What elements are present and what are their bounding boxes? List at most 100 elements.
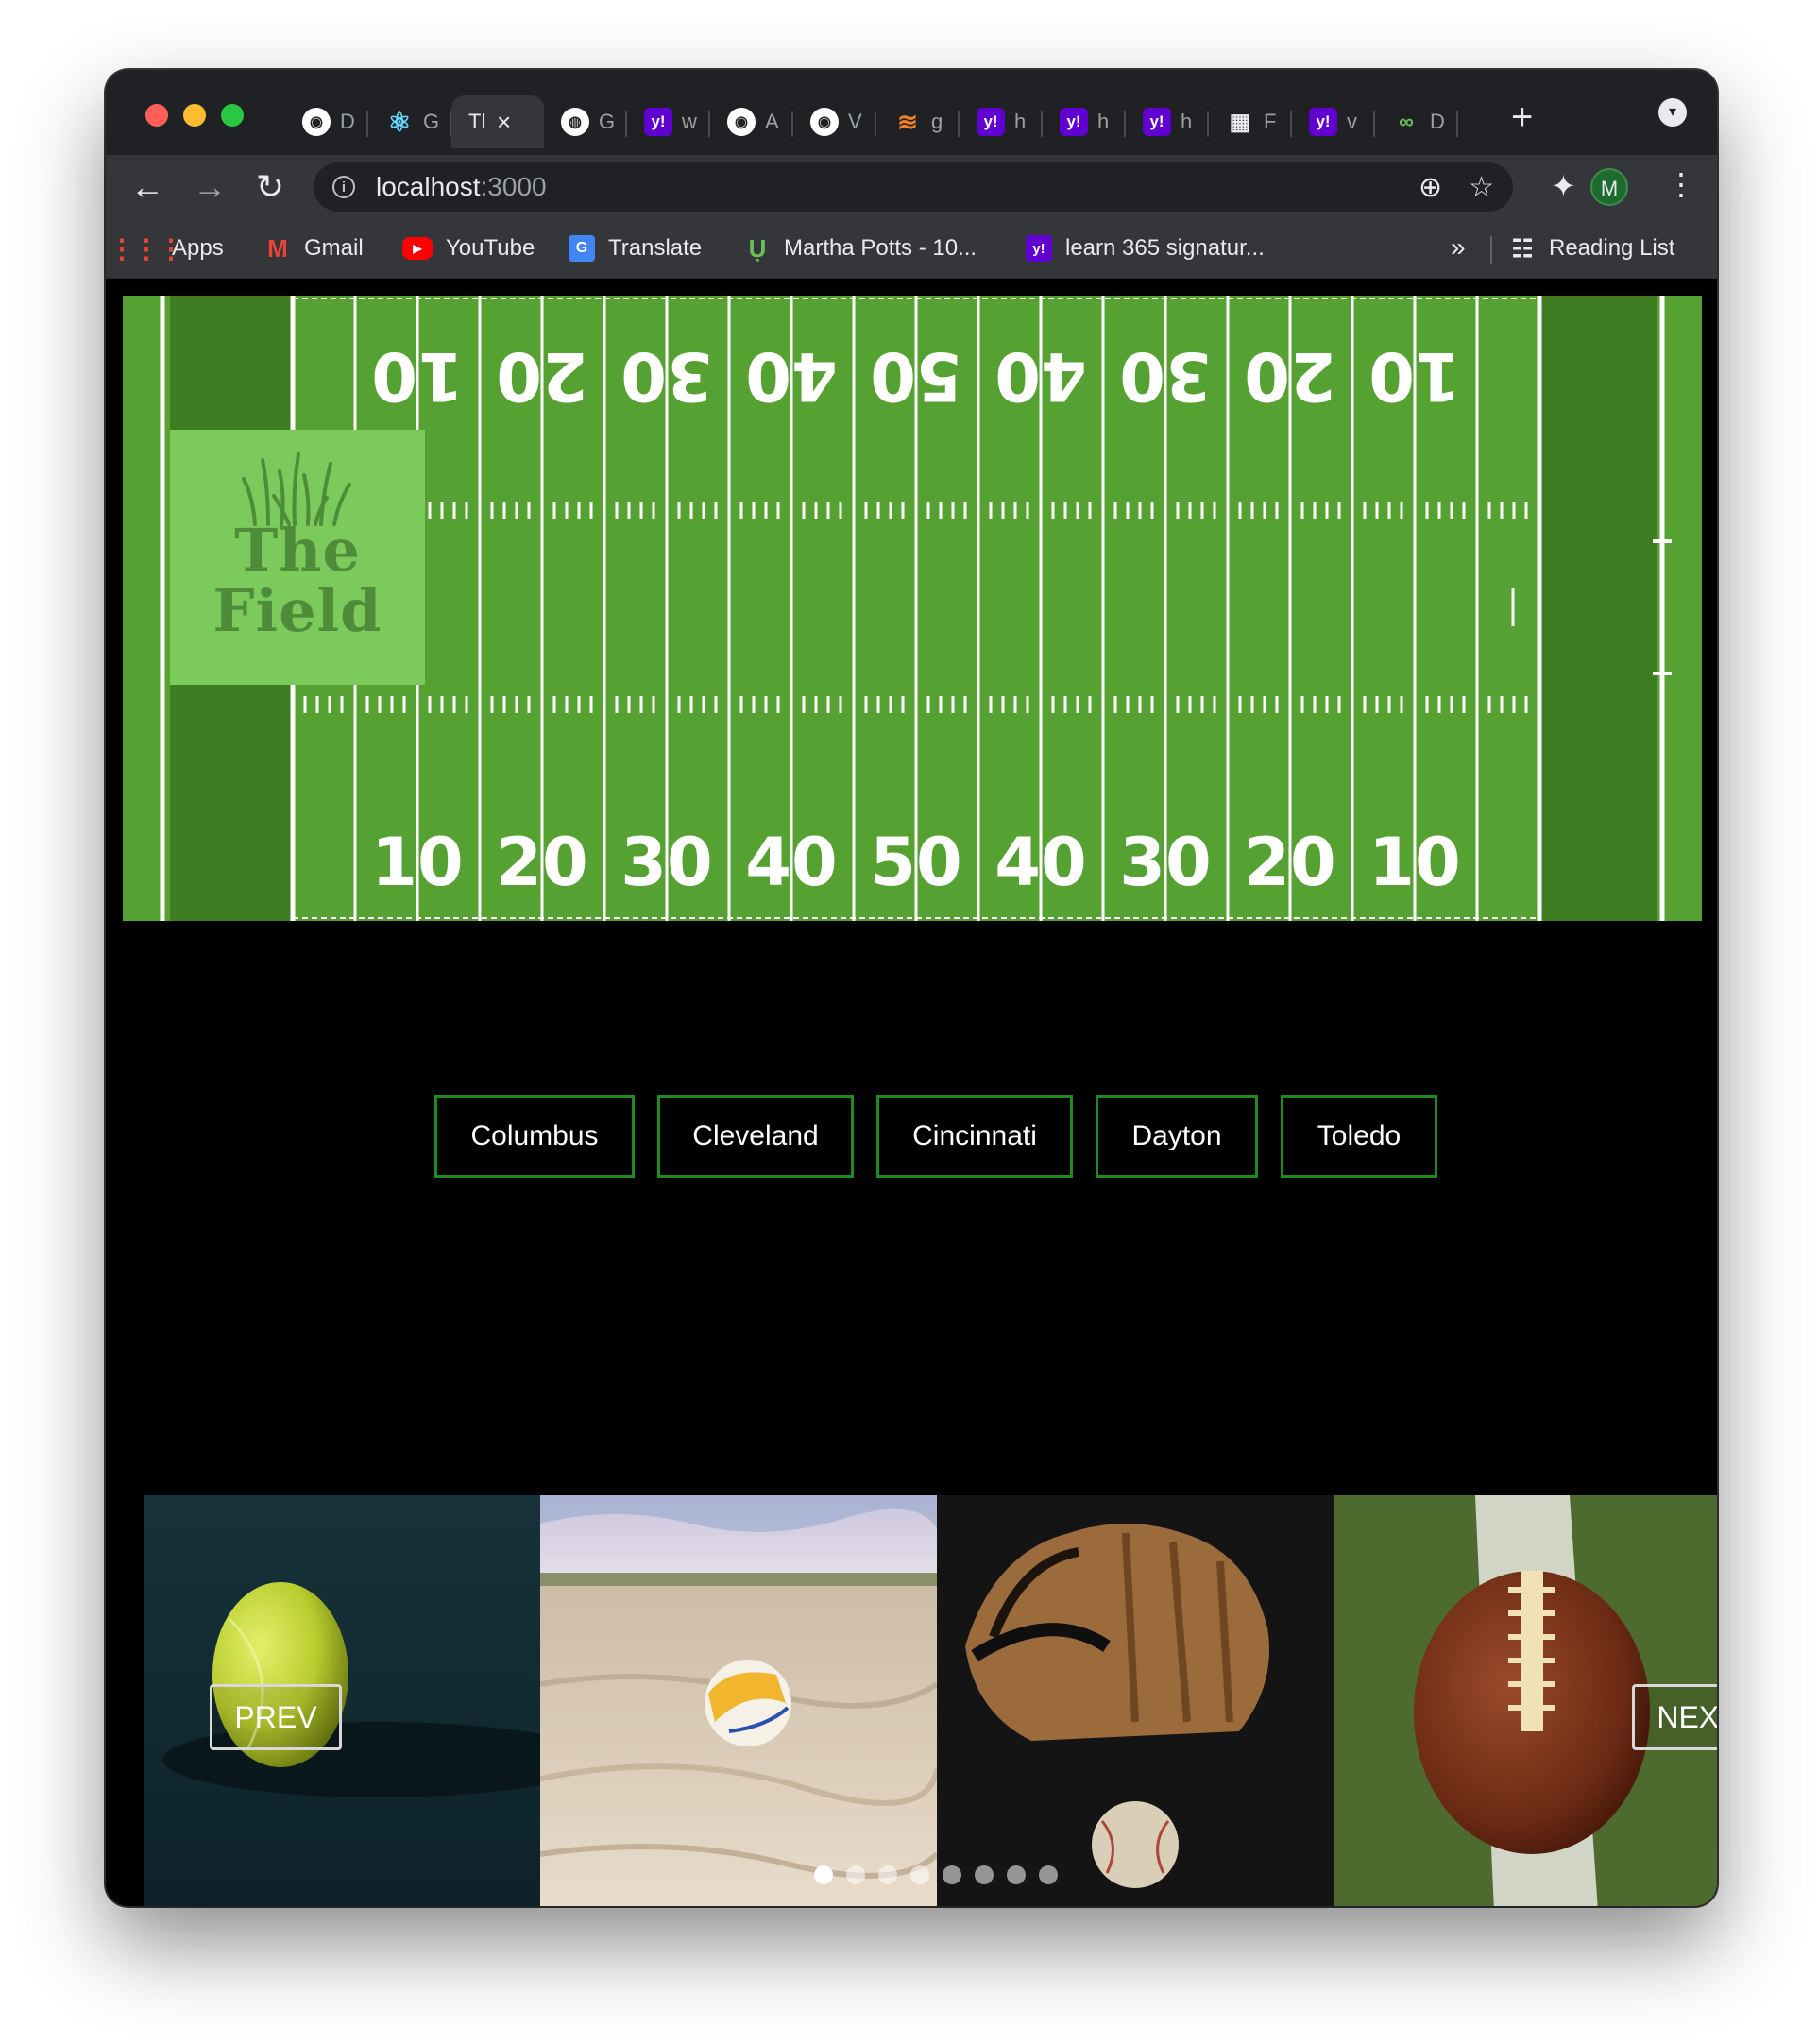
- carousel-dot[interactable]: [814, 1865, 833, 1884]
- yard-number-top: 10: [1368, 337, 1460, 415]
- city-button-dayton[interactable]: Dayton: [1096, 1095, 1258, 1178]
- tab-4[interactable]: ◍ G: [544, 95, 627, 148]
- site-info-icon[interactable]: i: [332, 176, 355, 198]
- github-icon: ◉: [302, 108, 331, 136]
- reload-icon[interactable]: ↻: [246, 162, 295, 212]
- bookmark-youtube[interactable]: ▶ YouTube: [402, 230, 535, 266]
- github-icon: ◉: [810, 108, 839, 136]
- tab-6[interactable]: ◉ A: [710, 95, 793, 148]
- tab-3-active[interactable]: Tl ×: [451, 95, 544, 148]
- yard-number-bottom: 10: [371, 824, 463, 901]
- city-button-cleveland[interactable]: Cleveland: [657, 1095, 854, 1178]
- carousel-dot[interactable]: [1039, 1865, 1058, 1884]
- carousel-prev-button[interactable]: PREV: [210, 1684, 342, 1750]
- tab-12[interactable]: ▦ F: [1209, 95, 1292, 148]
- maximize-window-button[interactable]: [221, 104, 244, 127]
- carousel-dot[interactable]: [878, 1865, 897, 1884]
- tab-title: h: [1097, 110, 1110, 133]
- tab-9[interactable]: y! h: [960, 95, 1043, 148]
- the-field-logo: The Field: [170, 430, 425, 685]
- menu-kebab-icon[interactable]: ⋮: [1666, 166, 1696, 202]
- yard-number-bottom: 30: [620, 824, 712, 901]
- yahoo-icon: y!: [977, 108, 1005, 136]
- yard-number-bottom: 20: [496, 824, 587, 901]
- city-button-toledo[interactable]: Toledo: [1281, 1095, 1437, 1178]
- page-content: 10 10 20 20 30 30 40 40 50 50 40 40 30 30 20 20 10 10 The…: [106, 279, 1717, 1906]
- udacity-icon: Ụ: [748, 233, 767, 263]
- bookmark-gmail[interactable]: M Gmail: [264, 230, 364, 266]
- back-icon[interactable]: ←: [123, 162, 172, 212]
- bookmark-star-icon[interactable]: ☆: [1469, 171, 1494, 204]
- carousel-dot[interactable]: [975, 1865, 994, 1884]
- grid-icon: ▦: [1229, 109, 1251, 135]
- bookmark-learn-365[interactable]: y! learn 365 signatur...: [1026, 230, 1265, 266]
- carousel-dot[interactable]: [846, 1865, 865, 1884]
- tab-search-icon[interactable]: ▾: [1658, 98, 1687, 127]
- baseball-glove-image: [937, 1495, 1334, 1906]
- youtube-icon: ▶: [402, 237, 433, 260]
- grass-icon: [242, 452, 351, 526]
- tab-8[interactable]: ≋ g: [876, 95, 960, 148]
- city-nav: Columbus Cleveland Cincinnati Dayton Tol…: [434, 1095, 1437, 1178]
- yard-number-bottom: 50: [870, 824, 961, 901]
- yard-number-top: 10: [371, 337, 463, 415]
- bookmark-label: Translate: [608, 235, 703, 261]
- tennis-ball-image: [144, 1495, 540, 1906]
- zoom-icon[interactable]: ⊕: [1419, 171, 1442, 204]
- carousel-dot[interactable]: [943, 1865, 961, 1884]
- tab-1[interactable]: ◉ D: [285, 95, 368, 148]
- yard-number-top: 20: [496, 337, 587, 415]
- carousel-next-button[interactable]: NEXT: [1632, 1684, 1717, 1750]
- tab-11[interactable]: y! h: [1126, 95, 1209, 148]
- tab-10[interactable]: y! h: [1043, 95, 1126, 148]
- carousel-dot[interactable]: [910, 1865, 929, 1884]
- tab-14[interactable]: ∞ D: [1375, 95, 1458, 148]
- profile-avatar[interactable]: M: [1590, 168, 1628, 206]
- bookmarks-divider: [1490, 236, 1492, 264]
- bookmark-translate[interactable]: G Translate: [569, 230, 702, 266]
- bookmark-label: Apps: [172, 235, 224, 261]
- city-button-columbus[interactable]: Columbus: [434, 1095, 635, 1178]
- yard-number-top: 40: [745, 337, 837, 415]
- github-icon: ◉: [727, 108, 756, 136]
- reading-list-button[interactable]: ☷ Reading List: [1509, 230, 1674, 266]
- carousel-dot[interactable]: [1007, 1865, 1026, 1884]
- tab-title: Tl: [468, 110, 486, 133]
- minimize-window-button[interactable]: [183, 104, 206, 127]
- sports-carousel: PREV NEXT: [144, 1495, 1717, 1906]
- tab-title: h: [1181, 110, 1193, 133]
- tab-7[interactable]: ◉ V: [793, 95, 876, 148]
- carousel-dots: [814, 1865, 1058, 1884]
- close-window-button[interactable]: [145, 104, 168, 127]
- yahoo-icon: y!: [1143, 108, 1171, 136]
- tab-2[interactable]: ⚛ G: [368, 95, 451, 148]
- yahoo-icon: y!: [1026, 235, 1052, 262]
- gmail-icon: M: [267, 233, 288, 263]
- yard-number-bottom: 40: [994, 824, 1086, 901]
- extensions-icon[interactable]: ✦: [1551, 168, 1576, 204]
- new-tab-button[interactable]: +: [1511, 96, 1533, 139]
- tab-strip: ◉ D ⚛ G Tl × ◍ G y! w ◉ A ◉ V ≋ g y! h y! h y! h ▦ F…: [106, 70, 1717, 155]
- yard-number-bottom: 40: [745, 824, 837, 901]
- bookmark-martha-potts[interactable]: Ụ Martha Potts - 10...: [744, 230, 977, 266]
- bookmark-label: Reading List: [1549, 235, 1675, 261]
- slide-tennis-ball: [144, 1495, 540, 1906]
- close-tab-icon[interactable]: ×: [497, 108, 511, 137]
- logo-line-2: Field: [212, 576, 382, 645]
- tab-5[interactable]: y! w: [627, 95, 710, 148]
- tab-title: g: [931, 110, 944, 133]
- forward-icon[interactable]: →: [185, 162, 234, 212]
- slide-baseball-glove: [937, 1495, 1334, 1906]
- bookmark-label: learn 365 signatur...: [1065, 235, 1265, 261]
- d3-icon: ∞: [1399, 110, 1414, 133]
- tab-13[interactable]: y! v: [1292, 95, 1375, 148]
- hero-banner: 10 10 20 20 30 30 40 40 50 50 40 40 30 30 20 20 10 10 The…: [123, 296, 1702, 921]
- bookmark-apps[interactable]: ⋮⋮⋮ Apps: [109, 230, 224, 266]
- yard-number-top: 30: [1119, 337, 1211, 415]
- address-bar[interactable]: i localhost:3000 ⊕ ☆: [314, 162, 1513, 212]
- url-host: localhost: [376, 172, 481, 201]
- url-text: localhost:3000: [376, 172, 547, 202]
- city-button-cincinnati[interactable]: Cincinnati: [876, 1095, 1073, 1178]
- more-bookmarks-chevron-icon[interactable]: »: [1451, 232, 1466, 263]
- bookmarks-bar: ⋮⋮⋮ Apps M Gmail ▶ YouTube G Translate Ụ Mart…: [106, 219, 1717, 279]
